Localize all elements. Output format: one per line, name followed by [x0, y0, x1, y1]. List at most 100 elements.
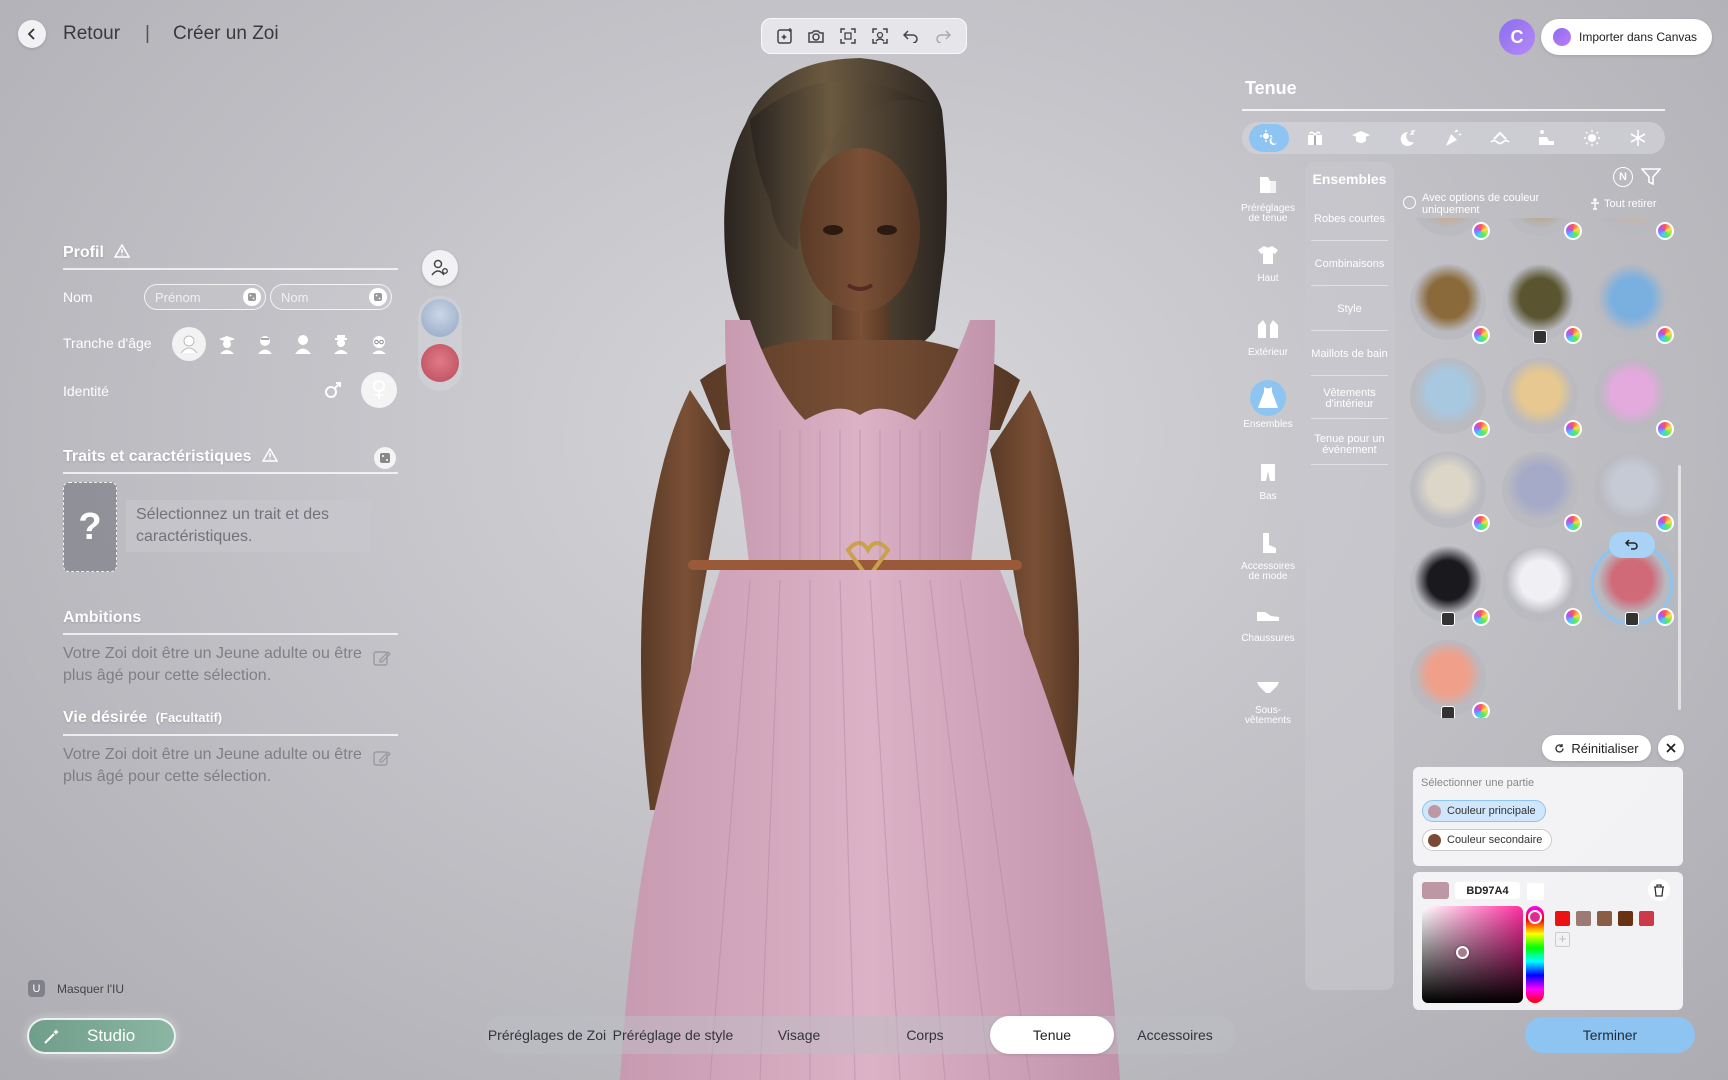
- age-young-adult-button[interactable]: [248, 327, 282, 361]
- moon-sleep-icon[interactable]: [1387, 124, 1427, 152]
- undo-icon[interactable]: [900, 25, 922, 47]
- import-canvas-button[interactable]: Importer dans Canvas: [1541, 19, 1712, 55]
- studio-button[interactable]: Studio: [27, 1018, 176, 1054]
- hex-input[interactable]: BD97A4: [1455, 882, 1520, 899]
- finish-button[interactable]: Terminer: [1525, 1017, 1695, 1053]
- outfit-item[interactable]: [1594, 452, 1674, 532]
- hue-slider-knob[interactable]: [1528, 910, 1542, 924]
- preset-thumb-shoes[interactable]: [421, 299, 459, 337]
- tab-zoi-presets[interactable]: Préréglages de Zoi: [484, 1016, 610, 1054]
- age-adult-button[interactable]: [286, 327, 320, 361]
- outfit-item[interactable]: [1410, 218, 1490, 240]
- outfit-item[interactable]: [1410, 452, 1490, 532]
- party-icon[interactable]: [1433, 124, 1473, 152]
- redo-icon[interactable]: [932, 25, 954, 47]
- snowflake-icon[interactable]: [1618, 124, 1658, 152]
- outfit-item[interactable]: [1594, 358, 1674, 438]
- gift-icon[interactable]: [1295, 124, 1335, 152]
- subcategory-style[interactable]: Style: [1305, 304, 1394, 315]
- trait-slot[interactable]: ?: [63, 482, 117, 572]
- color-wheel-icon: [1564, 222, 1582, 240]
- outfit-item[interactable]: [1410, 640, 1490, 718]
- back-label[interactable]: Retour: [63, 23, 120, 45]
- randomize-dice-icon[interactable]: [369, 288, 387, 306]
- radio-button[interactable]: [1403, 196, 1416, 209]
- age-elder-glasses-button[interactable]: [362, 327, 396, 361]
- age-toddler-button[interactable]: [172, 327, 206, 361]
- close-color-editor-button[interactable]: [1658, 735, 1684, 761]
- recent-swatch[interactable]: [1555, 911, 1570, 926]
- side-cat-fashion-accessories[interactable]: Accessoires de mode: [1236, 528, 1300, 582]
- outfit-item[interactable]: [1410, 264, 1490, 344]
- side-cat-shoes[interactable]: Chaussures: [1236, 600, 1300, 644]
- subcategory-loungewear[interactable]: Vêtements d'intérieur: [1305, 388, 1394, 410]
- color-picker-knob[interactable]: [1456, 946, 1469, 959]
- side-cat-underwear[interactable]: Sous-vêtements: [1236, 672, 1300, 726]
- recent-swatch[interactable]: [1639, 911, 1654, 926]
- focus-frame-icon[interactable]: [837, 25, 859, 47]
- ai-sparkle-icon[interactable]: [774, 25, 796, 47]
- swim-icon[interactable]: [1480, 124, 1520, 152]
- outfit-item[interactable]: [1410, 358, 1490, 438]
- alpha-box[interactable]: [1527, 883, 1544, 900]
- hide-ui-label[interactable]: Masquer l'IU: [57, 982, 124, 996]
- reset-button[interactable]: Réinitialiser: [1542, 735, 1651, 761]
- outfit-item[interactable]: [1410, 546, 1490, 626]
- side-cat-outerwear[interactable]: Extérieur: [1236, 314, 1300, 358]
- zoi-character-preview[interactable]: [600, 50, 1140, 1080]
- everyday-icon[interactable]: [1249, 124, 1290, 152]
- face-frame-icon[interactable]: [869, 25, 891, 47]
- edit-desired-life-icon[interactable]: [373, 749, 391, 767]
- back-button[interactable]: [18, 20, 46, 48]
- female-symbol-icon[interactable]: [361, 372, 397, 408]
- sport-icon[interactable]: [1526, 124, 1566, 152]
- preset-thumb-dress[interactable]: [421, 344, 459, 382]
- revert-item-button[interactable]: [1609, 532, 1655, 558]
- subcategory-jumpsuits[interactable]: Combinaisons: [1305, 259, 1394, 270]
- items-scrollbar[interactable]: [1678, 465, 1681, 710]
- graduation-cap-icon[interactable]: [1341, 124, 1381, 152]
- remove-all-button[interactable]: Tout retirer: [1590, 198, 1657, 210]
- age-elder-hat-button[interactable]: [324, 327, 358, 361]
- tab-body[interactable]: Corps: [862, 1016, 988, 1054]
- household-member-button[interactable]: [422, 250, 458, 286]
- side-cat-sets[interactable]: Ensembles: [1236, 380, 1300, 430]
- saturation-value-picker[interactable]: [1422, 906, 1523, 1003]
- tab-face[interactable]: Visage: [736, 1016, 862, 1054]
- edit-ambitions-icon[interactable]: [373, 649, 391, 667]
- outfit-item[interactable]: [1502, 546, 1582, 626]
- outfit-item[interactable]: [1502, 452, 1582, 532]
- camera-icon[interactable]: [805, 25, 827, 47]
- recent-swatch[interactable]: [1597, 911, 1612, 926]
- subcategory-swimwear[interactable]: Maillots de bain: [1305, 349, 1394, 360]
- outfit-item[interactable]: [1502, 264, 1582, 344]
- randomize-dice-icon[interactable]: [243, 288, 261, 306]
- age-graduate-button[interactable]: [210, 327, 244, 361]
- recent-swatch[interactable]: [1618, 911, 1633, 926]
- outfit-preset-icon: [1253, 170, 1283, 200]
- side-cat-outfit-presets[interactable]: Préréglages de tenue: [1236, 170, 1300, 224]
- filter-icon[interactable]: [1641, 168, 1661, 186]
- add-swatch-button[interactable]: +: [1555, 932, 1570, 947]
- male-symbol-icon[interactable]: [318, 375, 348, 405]
- side-cat-top[interactable]: Haut: [1236, 240, 1300, 284]
- outfit-item[interactable]: [1594, 218, 1674, 240]
- subcategory-divider: [1311, 418, 1388, 419]
- subcategory-short-dresses[interactable]: Robes courtes: [1305, 214, 1394, 225]
- subcategory-event-outfit[interactable]: Tenue pour un événement: [1305, 434, 1394, 456]
- tab-style-preset[interactable]: Préréglage de style: [610, 1016, 736, 1054]
- color-options-filter[interactable]: Avec options de couleur uniquement: [1403, 192, 1583, 216]
- sun-icon[interactable]: [1572, 124, 1612, 152]
- side-cat-bottoms[interactable]: Bas: [1236, 458, 1300, 502]
- tab-accessories[interactable]: Accessoires: [1114, 1016, 1236, 1054]
- tab-outfit[interactable]: Tenue: [990, 1016, 1114, 1054]
- part-primary-color[interactable]: Couleur principale: [1422, 800, 1546, 822]
- recent-swatch[interactable]: [1576, 911, 1591, 926]
- part-secondary-color[interactable]: Couleur secondaire: [1422, 829, 1553, 851]
- outfit-item[interactable]: [1502, 218, 1582, 240]
- outfit-item[interactable]: [1594, 264, 1674, 344]
- new-items-icon[interactable]: N: [1613, 167, 1633, 187]
- delete-color-button[interactable]: [1648, 879, 1670, 901]
- randomize-traits-icon[interactable]: [374, 447, 396, 469]
- outfit-item[interactable]: [1502, 358, 1582, 438]
